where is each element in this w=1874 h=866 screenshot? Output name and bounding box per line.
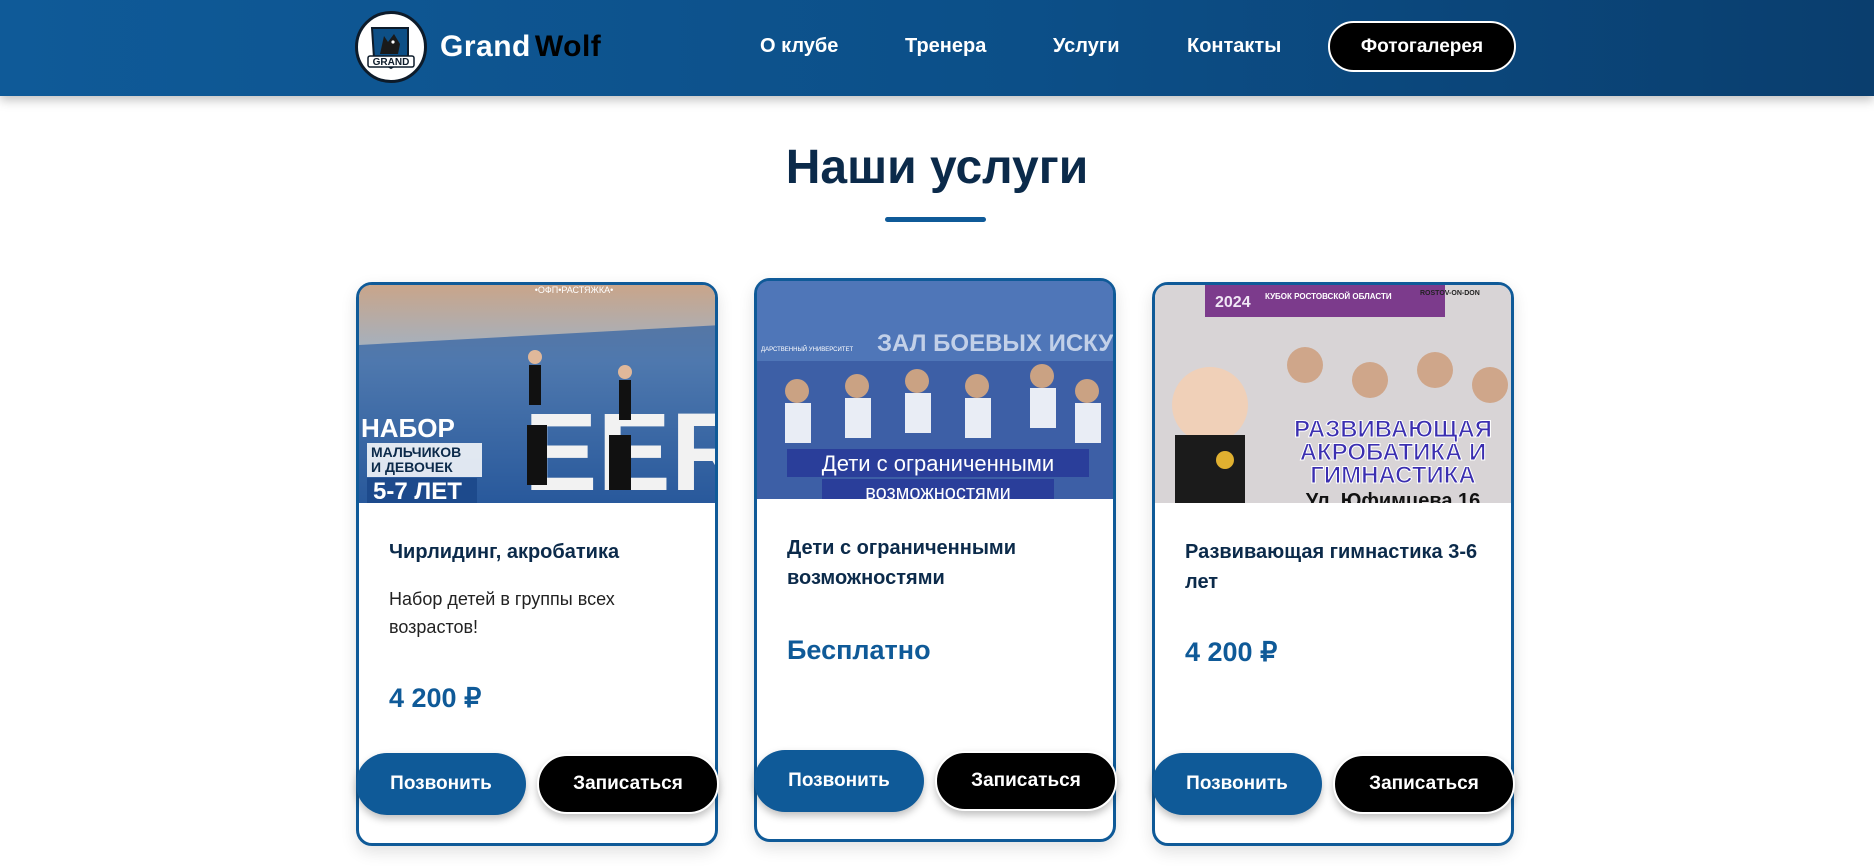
card-title: Дети с ограниченными возможностями bbox=[787, 537, 1017, 589]
nav-services[interactable]: Услуги bbox=[1053, 35, 1120, 58]
nav-contacts[interactable]: Контакты bbox=[1187, 35, 1281, 58]
svg-text:5-7 ЛЕТ: 5-7 ЛЕТ bbox=[373, 478, 462, 503]
logo-icon[interactable]: GRAND bbox=[355, 11, 427, 83]
svg-text:2024: 2024 bbox=[1215, 294, 1251, 311]
book-button[interactable]: Записаться bbox=[1333, 754, 1515, 814]
svg-text:Дети с ограниченными: Дети с ограниченными bbox=[822, 451, 1054, 476]
svg-text:Ул. Юфимцева 16: Ул. Юфимцева 16 bbox=[1306, 490, 1481, 503]
call-button[interactable]: Позвонить bbox=[356, 753, 526, 815]
card-image: EER •ОФП•РАСТЯЖКА• НАБОР МАЛЬЧИКОВ И ДЕВ… bbox=[359, 285, 715, 503]
service-card-gymnastics: 2024 КУБОК РОСТОВСКОЙ ОБЛАСТИ ROSTOV-ON-… bbox=[1152, 282, 1515, 846]
card-description: Набор детей в группы всех возрастов! bbox=[389, 589, 615, 637]
nav-coaches[interactable]: Тренера bbox=[905, 35, 986, 58]
book-button[interactable]: Записаться bbox=[935, 751, 1117, 811]
svg-text:возможностями: возможностями bbox=[865, 482, 1011, 499]
card-image: 2024 КУБОК РОСТОВСКОЙ ОБЛАСТИ ROSTOV-ON-… bbox=[1155, 285, 1511, 503]
title-underline bbox=[885, 217, 986, 222]
service-card-cheerleading: EER •ОФП•РАСТЯЖКА• НАБОР МАЛЬЧИКОВ И ДЕВ… bbox=[356, 282, 719, 846]
book-button[interactable]: Записаться bbox=[537, 754, 719, 814]
svg-text:GRAND: GRAND bbox=[373, 57, 410, 68]
gallery-button[interactable]: Фотогалерея bbox=[1328, 21, 1516, 72]
card-price: 4 200 ₽ bbox=[389, 683, 482, 713]
call-button[interactable]: Позвонить bbox=[1152, 753, 1322, 815]
svg-text:ДАРСТВЕННЫЙ УНИВЕРСИТЕТ: ДАРСТВЕННЫЙ УНИВЕРСИТЕТ bbox=[761, 345, 853, 353]
svg-text:МАЛЬЧИКОВ: МАЛЬЧИКОВ bbox=[371, 444, 461, 460]
svg-text:ЗАЛ БОЕВЫХ ИСКУССТВ: ЗАЛ БОЕВЫХ ИСКУССТВ bbox=[877, 330, 1113, 357]
nav-about[interactable]: О клубе bbox=[760, 35, 838, 58]
card-image: ЗАЛ БОЕВЫХ ИСКУССТВ ДАРСТВЕННЫЙ УНИВЕРСИ… bbox=[757, 281, 1113, 499]
svg-text:И ДЕВОЧЕК: И ДЕВОЧЕК bbox=[371, 459, 453, 475]
card-price: 4 200 ₽ bbox=[1185, 637, 1278, 667]
brand-second: Wolf bbox=[534, 30, 602, 63]
card-title: Чирлидинг, акробатика bbox=[389, 541, 620, 563]
svg-text:•ОФП•РАСТЯЖКА•: •ОФП•РАСТЯЖКА• bbox=[535, 285, 614, 295]
svg-text:ROSTOV-ON-DON: ROSTOV-ON-DON bbox=[1420, 290, 1480, 297]
svg-text:НАБОР: НАБОР bbox=[361, 413, 455, 443]
service-card-special-needs: ЗАЛ БОЕВЫХ ИСКУССТВ ДАРСТВЕННЫЙ УНИВЕРСИ… bbox=[754, 278, 1117, 842]
svg-text:ГИМНАСТИКА: ГИМНАСТИКА bbox=[1310, 462, 1476, 489]
section-title: Наши услуги bbox=[785, 141, 1089, 194]
brand-name[interactable]: Grand Wolf bbox=[440, 30, 601, 64]
brand-first: Grand bbox=[440, 30, 531, 63]
site-header: GRAND Grand Wolf О клубе Тренера Услуги К… bbox=[0, 0, 1874, 96]
card-title: Развивающая гимнастика 3-6 лет bbox=[1185, 541, 1478, 593]
svg-text:КУБОК РОСТОВСКОЙ ОБЛАСТИ: КУБОК РОСТОВСКОЙ ОБЛАСТИ bbox=[1265, 292, 1392, 301]
call-button[interactable]: Позвонить bbox=[754, 750, 924, 812]
card-price: Бесплатно bbox=[787, 635, 931, 665]
